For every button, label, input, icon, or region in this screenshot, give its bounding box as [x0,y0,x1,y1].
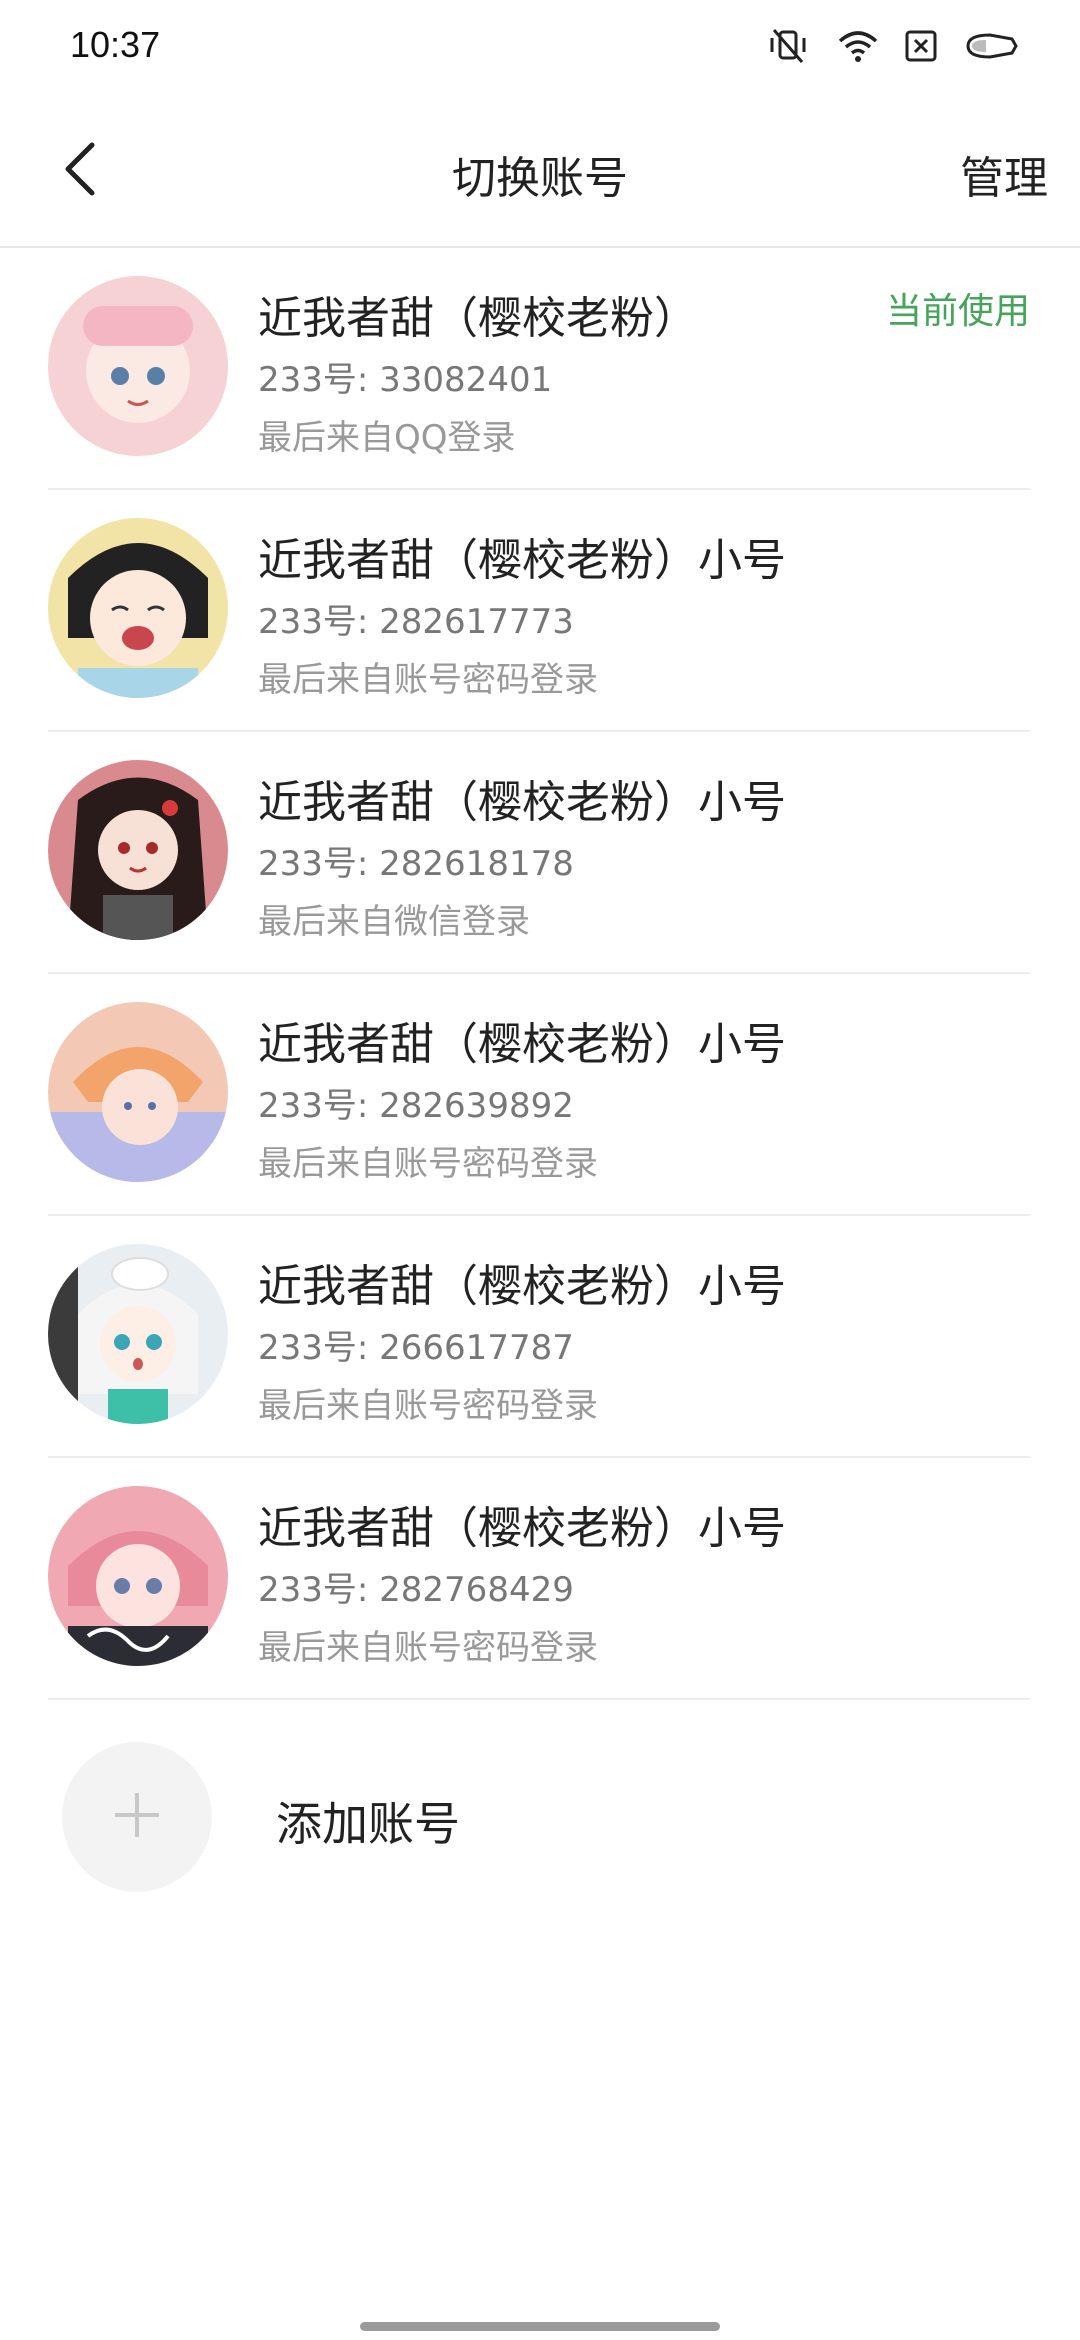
account-name: 近我者甜（樱校老粉）小号 [258,535,786,586]
account-id: 233号: 33082401 [258,360,553,400]
wifi-icon [838,29,878,63]
avatar [48,760,228,940]
account-id: 233号: 282617773 [258,602,574,642]
account-login-source: 最后来自账号密码登录 [258,1628,598,1668]
account-row[interactable]: 近我者甜（樱校老粉）小号 233号: 282618178 最后来自微信登录 [48,732,1030,974]
avatar [48,518,228,698]
account-name: 近我者甜（樱校老粉）小号 [258,1261,786,1312]
account-name: 近我者甜（樱校老粉）小号 [258,1503,786,1554]
status-icons [764,28,1020,64]
avatar [48,1486,228,1666]
sim-off-icon [904,29,938,63]
account-id: 233号: 282618178 [258,844,574,884]
account-login-source: 最后来自QQ登录 [258,418,516,458]
account-row[interactable]: 近我者甜（樱校老粉）小号 233号: 282768429 最后来自账号密码登录 [48,1458,1030,1700]
account-row[interactable]: 近我者甜（樱校老粉）小号 233号: 282639892 最后来自账号密码登录 [48,974,1030,1216]
add-account-label: 添加账号 [276,1797,460,1851]
current-account-badge: 当前使用 [885,291,1030,332]
account-name: 近我者甜（樱校老粉） [258,293,698,344]
plus-icon [111,1789,163,1845]
status-time: 10:37 [70,24,161,65]
page-title: 切换账号 [452,153,628,204]
account-login-source: 最后来自微信登录 [258,902,530,942]
status-bar: 10:37 [0,0,1080,96]
account-row[interactable]: 近我者甜（樱校老粉）小号 233号: 282617773 最后来自账号密码登录 [48,490,1030,732]
account-name: 近我者甜（樱校老粉）小号 [258,1019,786,1070]
avatar [48,1244,228,1424]
mute-vibrate-icon [764,28,812,64]
account-id: 233号: 282768429 [258,1570,574,1610]
account-login-source: 最后来自账号密码登录 [258,1386,598,1426]
avatar [48,276,228,456]
account-row[interactable]: 近我者甜（樱校老粉） 233号: 33082401 最后来自QQ登录 当前使用 [48,248,1030,490]
account-list: 近我者甜（樱校老粉） 233号: 33082401 最后来自QQ登录 当前使用 … [0,248,1080,1700]
add-account-button[interactable]: 添加账号 [0,1742,1080,1892]
account-id: 233号: 266617787 [258,1328,574,1368]
avatar [48,1002,228,1182]
manage-button[interactable]: 管理 [960,142,1048,206]
add-account-circle [62,1742,212,1892]
account-login-source: 最后来自账号密码登录 [258,1144,598,1184]
account-row[interactable]: 近我者甜（樱校老粉）小号 233号: 266617787 最后来自账号密码登录 [48,1216,1030,1458]
battery-icon [964,31,1020,61]
nav-bar: 切换账号 管理 [0,96,1080,248]
account-name: 近我者甜（樱校老粉）小号 [258,777,786,828]
home-indicator[interactable] [360,2322,720,2331]
account-id: 233号: 282639892 [258,1086,574,1126]
account-login-source: 最后来自账号密码登录 [258,660,598,700]
